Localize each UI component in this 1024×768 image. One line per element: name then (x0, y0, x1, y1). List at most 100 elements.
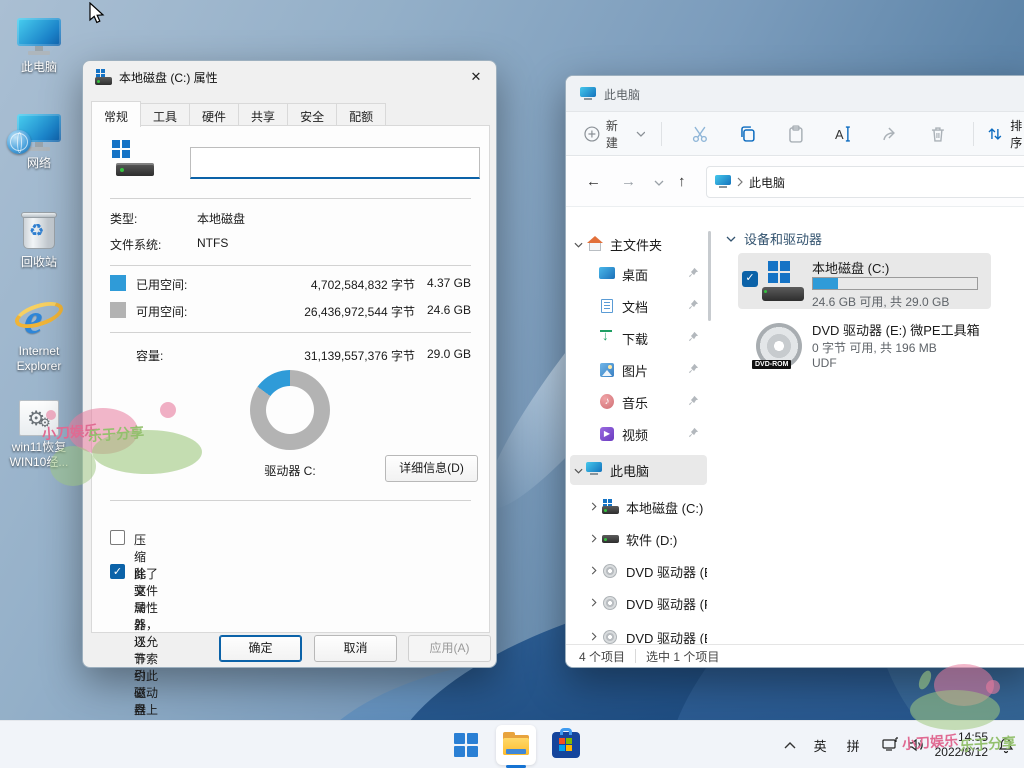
desktop-icon-this-pc[interactable]: 此电脑 (2, 10, 76, 75)
chevron-collapsed-icon (591, 598, 597, 607)
sidebar-item-dvd-f[interactable]: DVD 驱动器 (F:) (570, 588, 707, 618)
desktop-icon-label: 回收站 (2, 255, 76, 270)
ie-icon: e (16, 294, 62, 340)
explorer-main-pane: 设备和驱动器 ✓ 本地磁盘 (C:) 24.6 GB 可用, 共 29.0 GB… (712, 207, 1024, 644)
drive-item-dvd-e[interactable]: DVD-ROM DVD 驱动器 (E:) 微PE工具箱 0 字节 可用, 共 1… (738, 315, 991, 381)
item-count: 4 个项目 (579, 648, 625, 665)
this-pc-icon (715, 175, 731, 189)
forward-button[interactable]: → (621, 173, 636, 190)
drive-c-icon (95, 69, 113, 85)
pictures-icon (598, 362, 616, 378)
taskbar-file-explorer[interactable] (496, 725, 536, 765)
sidebar-item-downloads[interactable]: ↓ 下载 (570, 323, 707, 353)
chevron-collapsed-icon (591, 502, 597, 511)
dialog-title-bar[interactable]: 本地磁盘 (C:) 属性 ✕ (83, 61, 496, 91)
sidebar-item-drive-c[interactable]: 本地磁盘 (C:) (570, 492, 707, 522)
dvd-drive-icon (602, 563, 620, 579)
up-button[interactable]: ↑ (678, 173, 686, 190)
paste-icon[interactable] (786, 124, 806, 144)
sidebar-item-desktop[interactable]: 桌面 (570, 259, 707, 289)
details-button[interactable]: 详细信息(D) (385, 455, 478, 482)
drive-c-icon (602, 499, 620, 515)
chevron-expanded-icon (574, 242, 583, 248)
dvd-drive-icon (602, 595, 620, 611)
drive-c-icon (760, 261, 804, 301)
share-icon[interactable] (880, 124, 900, 144)
sidebar-item-videos[interactable]: ▶ 视频 (570, 419, 707, 449)
chevron-collapsed-icon (591, 632, 597, 641)
selected-count: 选中 1 个项目 (646, 648, 719, 665)
delete-icon[interactable] (928, 124, 948, 144)
sidebar-item-dvd-e[interactable]: DVD 驱动器 (E:) (570, 556, 707, 586)
network-icon[interactable] (882, 737, 899, 753)
desktop-icon-win11-restore[interactable]: ⚙⚙ win11恢复WIN10经... (2, 390, 76, 470)
sidebar-item-home[interactable]: 主文件夹 (570, 229, 707, 259)
drive-caption: 驱动器 C: (220, 462, 360, 479)
volume-label-input[interactable] (190, 147, 480, 179)
tab-security[interactable]: 安全 (287, 103, 337, 126)
explorer-status-bar: 4 个项目 选中 1 个项目 (566, 644, 1024, 667)
sidebar-item-documents[interactable]: 文档 (570, 291, 707, 321)
sort-label: 排序 (1010, 117, 1024, 151)
index-checkbox[interactable]: ✓ (110, 564, 125, 579)
back-button[interactable]: ← (586, 173, 601, 190)
ime-language-button[interactable]: 英 (814, 736, 827, 755)
sidebar-item-drive-d[interactable]: 软件 (D:) (570, 524, 707, 554)
svg-text:A: A (835, 126, 844, 141)
dvd-drive-icon (602, 629, 620, 644)
sidebar-item-dvd-media[interactable]: DVD 驱动器 (E:) (570, 622, 707, 644)
used-color-swatch (110, 275, 126, 291)
explorer-toolbar: 新建 A 排序 (566, 111, 1024, 156)
compress-checkbox[interactable] (110, 530, 125, 545)
drive-item-c[interactable]: ✓ 本地磁盘 (C:) 24.6 GB 可用, 共 29.0 GB (738, 253, 991, 309)
desktop-icon-internet-explorer[interactable]: e Internet Explorer (2, 294, 76, 374)
status-separator (635, 649, 636, 663)
separator (110, 198, 471, 199)
explorer-address-row: ← → ↑ 此电脑 (566, 157, 1024, 207)
ime-mode-button[interactable]: 拼 (847, 736, 860, 755)
properties-dialog: 本地磁盘 (C:) 属性 ✕ 常规 工具 硬件 共享 安全 配额 类型:本地磁盘… (82, 60, 497, 668)
clock[interactable]: 14:55 2022/8/12 (935, 730, 988, 760)
ok-button[interactable]: 确定 (219, 635, 302, 662)
devices-and-drives-header[interactable]: 设备和驱动器 (726, 229, 822, 248)
pin-icon (688, 363, 699, 374)
cut-icon[interactable] (690, 124, 710, 144)
tab-tools[interactable]: 工具 (140, 103, 190, 126)
documents-icon (598, 298, 616, 314)
desktop-icon-label: 网络 (2, 156, 76, 171)
recent-locations-chevron-icon[interactable] (654, 180, 664, 186)
rename-icon[interactable]: A (832, 124, 854, 144)
free-color-swatch (110, 302, 126, 318)
tab-general[interactable]: 常规 (91, 101, 141, 127)
address-bar[interactable]: 此电脑 (706, 166, 1024, 198)
dialog-footer: 确定 取消 应用(A) (83, 631, 496, 667)
sidebar-item-music[interactable]: ♪ 音乐 (570, 387, 707, 417)
sidebar-item-pictures[interactable]: 图片 (570, 355, 707, 385)
tab-quota[interactable]: 配额 (336, 103, 386, 126)
explorer-title-bar[interactable]: 此电脑 (566, 76, 1024, 111)
taskbar: 英 拼 14:55 2022/8/12 (0, 720, 1024, 768)
volume-icon[interactable] (907, 737, 925, 753)
taskbar-microsoft-store[interactable] (546, 725, 586, 765)
sort-button[interactable]: 排序 (986, 117, 1024, 151)
apply-button[interactable]: 应用(A) (408, 635, 491, 662)
tab-hardware[interactable]: 硬件 (189, 103, 239, 126)
notifications-bell-icon[interactable] (998, 737, 1014, 754)
explorer-sidebar: 主文件夹 桌面 文档 ↓ 下载 图片 (566, 207, 711, 644)
start-button[interactable] (446, 725, 486, 765)
selected-checkbox[interactable]: ✓ (742, 271, 758, 287)
sidebar-scrollbar[interactable] (708, 231, 711, 321)
cancel-button[interactable]: 取消 (314, 635, 397, 662)
drive-usage-bar (812, 277, 978, 290)
desktop-icon-network[interactable]: 网络 (2, 106, 76, 171)
sidebar-item-this-pc[interactable]: 此电脑 (570, 455, 707, 485)
this-pc-icon (586, 462, 604, 478)
copy-icon[interactable] (738, 124, 758, 144)
tab-sharing[interactable]: 共享 (238, 103, 288, 126)
desktop-icon-recycle-bin[interactable]: ♻ 回收站 (2, 205, 76, 270)
close-icon[interactable]: ✕ (464, 66, 488, 87)
tray-chevron-icon[interactable] (784, 738, 796, 752)
dialog-title: 本地磁盘 (C:) 属性 (119, 69, 218, 86)
breadcrumb[interactable]: 此电脑 (749, 174, 785, 191)
new-button[interactable]: 新建 (584, 117, 645, 151)
